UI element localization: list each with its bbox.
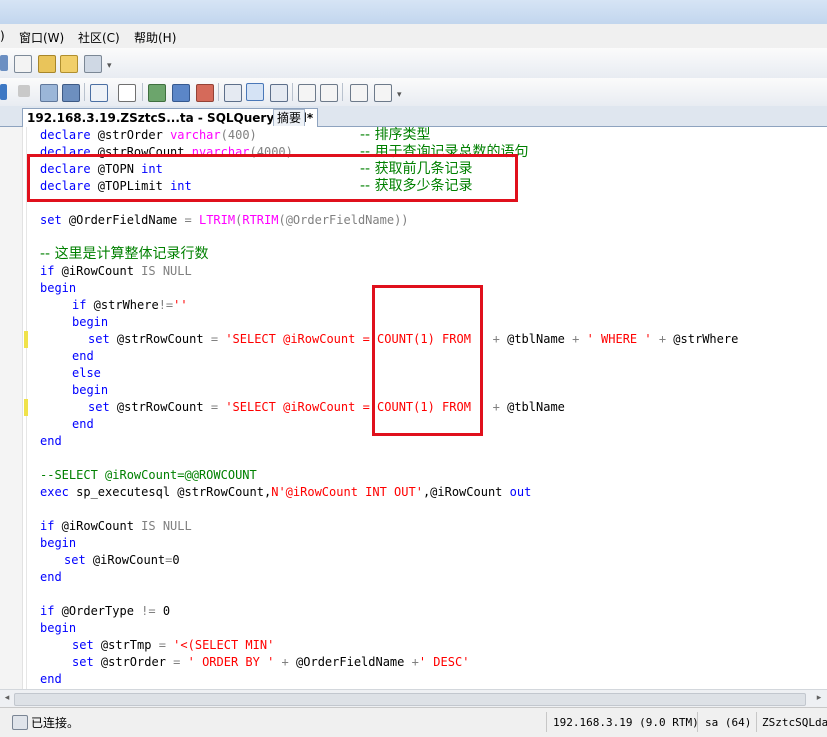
code-line: if @iRowCount IS NULL (40, 519, 192, 533)
increase-indent-icon[interactable] (374, 84, 392, 102)
code-line: set @iRowCount=0 (64, 553, 180, 567)
code-comment: --SELECT @iRowCount=@@ROWCOUNT (40, 468, 257, 482)
code-line: end (72, 417, 94, 431)
toolbar-separator (342, 83, 343, 101)
status-bar: 已连接。 192.168.3.19 (9.0 RTM) sa (64) ZSzt… (0, 707, 827, 737)
code-line: declare @strOrder varchar(400) (40, 128, 257, 142)
decrease-indent-icon[interactable] (350, 84, 368, 102)
intellisense-icon[interactable] (118, 84, 136, 102)
code-line: begin (40, 281, 77, 295)
code-line: begin (40, 536, 77, 550)
query-designer-icon[interactable] (148, 84, 166, 102)
window-title-bar (0, 0, 827, 25)
results-to-text-icon[interactable] (224, 84, 242, 102)
code-line: set @strTmp = '<(SELECT MIN' (72, 638, 275, 652)
results-to-grid-icon[interactable] (246, 83, 264, 101)
menu-item-window[interactable]: 窗口(W) (19, 29, 64, 46)
toolbar-partial-icon[interactable] (0, 55, 8, 71)
code-line: end (72, 349, 94, 363)
horizontal-scrollbar[interactable]: ◂ ▸ (0, 689, 827, 707)
code-line: exec sp_executesql @strRowCount,N'@iRowC… (40, 485, 532, 499)
changed-line-marker (24, 399, 28, 416)
highlight-box-declarations (27, 154, 518, 202)
execute-partial-icon[interactable] (0, 84, 7, 100)
toolbar-separator (218, 83, 219, 101)
code-comment: -- 这里是计算整体记录行数 (40, 246, 209, 262)
stop-icon[interactable] (18, 85, 30, 97)
properties-icon[interactable] (84, 55, 102, 73)
code-line: end (40, 434, 62, 448)
results-to-file-icon[interactable] (270, 84, 288, 102)
user-info: sa (64) (705, 716, 752, 729)
toolbar-separator (292, 83, 293, 101)
scroll-left-icon[interactable]: ◂ (2, 692, 12, 704)
code-line: end (40, 570, 62, 584)
menu-bar: ) 窗口(W) 社区(C) 帮助(H) (0, 24, 827, 48)
debug-icon[interactable] (62, 84, 80, 102)
highlight-box-count (372, 285, 483, 436)
toolbar-separator (142, 83, 143, 101)
code-comment: -- 排序类型 (360, 127, 431, 143)
code-line: set @strRowCount = 'SELECT @iRowCount = … (88, 400, 565, 414)
status-divider (756, 712, 757, 732)
toolbar-separator (84, 83, 85, 101)
toolbar-overflow-icon[interactable]: ▾ (107, 61, 113, 71)
connection-status: 已连接。 (31, 716, 80, 730)
scroll-right-icon[interactable]: ▸ (814, 692, 824, 704)
menu-item-partial[interactable]: ) (0, 29, 5, 43)
estimated-plan-icon[interactable] (172, 84, 190, 102)
code-line: set @strOrder = ' ORDER BY ' + @OrderFie… (72, 655, 470, 669)
standard-toolbar: ▾ (0, 48, 827, 78)
editor-gutter (0, 127, 23, 689)
code-line: begin (40, 621, 77, 635)
check-syntax-icon[interactable] (90, 84, 108, 102)
changed-line-marker (24, 331, 28, 348)
document-icon[interactable] (14, 55, 32, 73)
comment-lines-icon[interactable] (298, 84, 316, 102)
menu-item-community[interactable]: 社区(C) (78, 29, 120, 46)
code-line: if @iRowCount IS NULL (40, 264, 192, 278)
code-line: begin (72, 383, 109, 397)
sql-editor-toolbar: ▾ (0, 78, 827, 107)
tab-summary[interactable]: 摘要 (273, 109, 306, 126)
code-line: else (72, 366, 101, 380)
save-icon[interactable] (60, 55, 78, 73)
open-folder-icon[interactable] (38, 55, 56, 73)
code-line: if @strWhere!='' (72, 298, 188, 312)
server-info: 192.168.3.19 (9.0 RTM) (553, 716, 699, 729)
parse-icon[interactable] (40, 84, 58, 102)
code-line: set @OrderFieldName = LTRIM(RTRIM(@Order… (40, 213, 409, 227)
database-info: ZSztcSQLdat (762, 716, 827, 729)
connected-icon (12, 715, 28, 730)
menu-item-help[interactable]: 帮助(H) (134, 29, 176, 46)
code-line: end (40, 672, 62, 686)
query-options-icon[interactable] (196, 84, 214, 102)
uncomment-lines-icon[interactable] (320, 84, 338, 102)
scrollbar-thumb[interactable] (14, 693, 806, 706)
status-divider (546, 712, 547, 732)
toolbar-overflow-icon[interactable]: ▾ (397, 90, 403, 100)
code-line: begin (72, 315, 109, 329)
code-line: if @OrderType != 0 (40, 604, 171, 618)
document-tab-strip: 192.168.3.19.ZSztcS...ta - SQLQuery1.sql… (0, 106, 827, 127)
sql-editor[interactable]: declare @strOrder varchar(400) -- 排序类型 d… (0, 127, 827, 689)
status-divider (697, 712, 698, 732)
